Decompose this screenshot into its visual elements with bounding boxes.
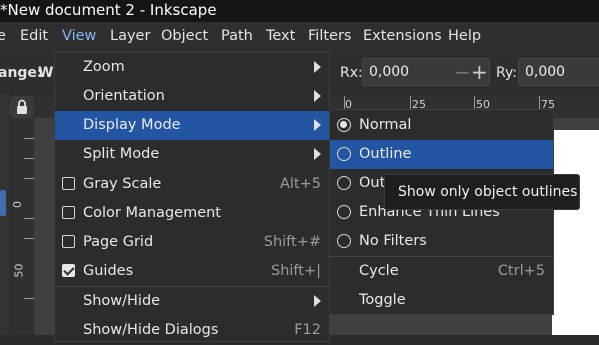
menu-item-guides[interactable]: Guides Shift+|	[55, 257, 329, 286]
shortcut-label: Ctrl+5	[497, 263, 545, 279]
menu-item-no-filters[interactable]: No Filters	[330, 227, 553, 256]
menu-item-label: Page Grid	[83, 234, 154, 250]
radio-icon[interactable]	[337, 176, 351, 190]
menu-item-color-management[interactable]: Color Management	[55, 199, 329, 228]
menu-text[interactable]: Text	[266, 28, 295, 44]
ruler-tick	[24, 138, 34, 139]
menu-item-label: Guides	[83, 263, 134, 279]
menu-item-label: Split Mode	[83, 146, 160, 162]
menu-filters[interactable]: Filters	[308, 28, 351, 44]
radio-icon[interactable]	[337, 234, 351, 248]
radio-icon[interactable]	[337, 118, 351, 132]
menu-item-label: Outline	[359, 146, 412, 162]
shortcut-label: F12	[294, 322, 321, 338]
shortcut-label: Shift+#	[263, 234, 321, 250]
menu-path[interactable]: Path	[221, 28, 253, 44]
menu-item-gray-scale[interactable]: Gray Scale Alt+5	[55, 170, 329, 199]
tooltip-text: Show only object outlines	[398, 184, 578, 200]
menu-item-page-grid[interactable]: Page Grid Shift+#	[55, 228, 329, 257]
menu-item-zoom[interactable]: Zoom	[55, 53, 329, 82]
window-title: *New document 2 - Inkscape	[0, 1, 217, 19]
title-bar: *New document 2 - Inkscape	[0, 0, 599, 22]
menu-item-normal[interactable]: Normal	[330, 111, 553, 140]
ruler-label: 50	[12, 263, 26, 278]
rx-increment-button[interactable]: +	[471, 60, 488, 84]
view-menu: Zoom Orientation Display Mode Split Mode…	[54, 52, 330, 342]
submenu-arrow-icon	[314, 148, 321, 160]
menu-item-toggle[interactable]: Toggle	[330, 286, 553, 315]
active-tool-indicator[interactable]	[0, 190, 6, 216]
ruler-tick	[24, 158, 34, 159]
menu-item-display-mode[interactable]: Display Mode	[55, 111, 329, 140]
submenu-arrow-icon	[314, 295, 321, 307]
menu-edit[interactable]: Edit	[20, 28, 48, 44]
checkbox-icon[interactable]	[62, 206, 75, 219]
menu-item-label: Normal	[359, 117, 412, 133]
checkbox-icon[interactable]	[62, 235, 75, 248]
display-mode-submenu: Normal Outline Outline Overlay Enhance T…	[329, 109, 554, 315]
menu-item-label: Gray Scale	[83, 176, 162, 192]
menu-item-label: Color Management	[83, 205, 221, 221]
menu-item-cycle[interactable]: Cycle Ctrl+5	[330, 257, 553, 286]
ruler-tick	[24, 218, 34, 219]
menu-help[interactable]: Help	[448, 28, 481, 44]
submenu-arrow-icon	[314, 119, 321, 131]
radio-icon[interactable]	[337, 205, 351, 219]
menu-item-orientation[interactable]: Orientation	[55, 82, 329, 111]
rx-decrement-button[interactable]: −	[454, 60, 471, 84]
submenu-arrow-icon	[314, 61, 321, 73]
ry-label: Ry:	[496, 65, 517, 81]
change-label: ange:	[0, 65, 43, 81]
menu-bar: e Edit View Layer Object Path Text Filte…	[0, 22, 599, 52]
menu-item-label: Zoom	[83, 59, 125, 75]
menu-extensions[interactable]: Extensions	[363, 28, 442, 44]
radio-icon[interactable]	[337, 147, 351, 161]
menu-item-label: Toggle	[359, 292, 406, 308]
menu-item-show-hide-dialogs[interactable]: Show/Hide Dialogs F12	[55, 316, 329, 345]
tooltip: Show only object outlines	[384, 174, 580, 210]
rx-value: 0,000	[369, 64, 410, 80]
ruler-tick	[24, 298, 34, 299]
menu-item-label: No Filters	[359, 233, 427, 249]
lock-icon	[17, 99, 27, 114]
lock-guides-button[interactable]	[10, 96, 34, 118]
ruler-label: 0	[11, 201, 24, 208]
rx-label: Rx:	[340, 65, 363, 81]
menu-item-split-mode[interactable]: Split Mode	[55, 140, 329, 169]
menu-item-outline[interactable]: Outline	[330, 140, 553, 169]
menu-object[interactable]: Object	[161, 28, 208, 44]
menu-item-show-hide[interactable]: Show/Hide	[55, 287, 329, 316]
menu-layer[interactable]: Layer	[110, 28, 150, 44]
menu-view[interactable]: View	[62, 28, 96, 44]
document-page[interactable]	[552, 130, 599, 335]
menu-item-label: Orientation	[83, 88, 165, 104]
checkbox-icon[interactable]	[62, 177, 75, 190]
ry-input[interactable]: 0,000	[518, 58, 599, 86]
checkmark-icon[interactable]	[62, 264, 75, 277]
ry-value: 0,000	[525, 64, 566, 80]
submenu-arrow-icon	[314, 90, 321, 102]
menu-item-label: Show/Hide	[83, 293, 161, 309]
vertical-ruler[interactable]: 0 50	[10, 118, 34, 335]
menu-file[interactable]: e	[0, 28, 6, 44]
ruler-tick	[24, 238, 34, 239]
menu-item-label: Cycle	[359, 263, 399, 279]
menu-item-label: Display Mode	[83, 117, 181, 133]
ruler-tick	[24, 178, 34, 179]
shortcut-label: Alt+5	[279, 176, 321, 192]
shortcut-label: Shift+|	[271, 263, 321, 279]
menu-item-label: Show/Hide Dialogs	[83, 322, 219, 338]
